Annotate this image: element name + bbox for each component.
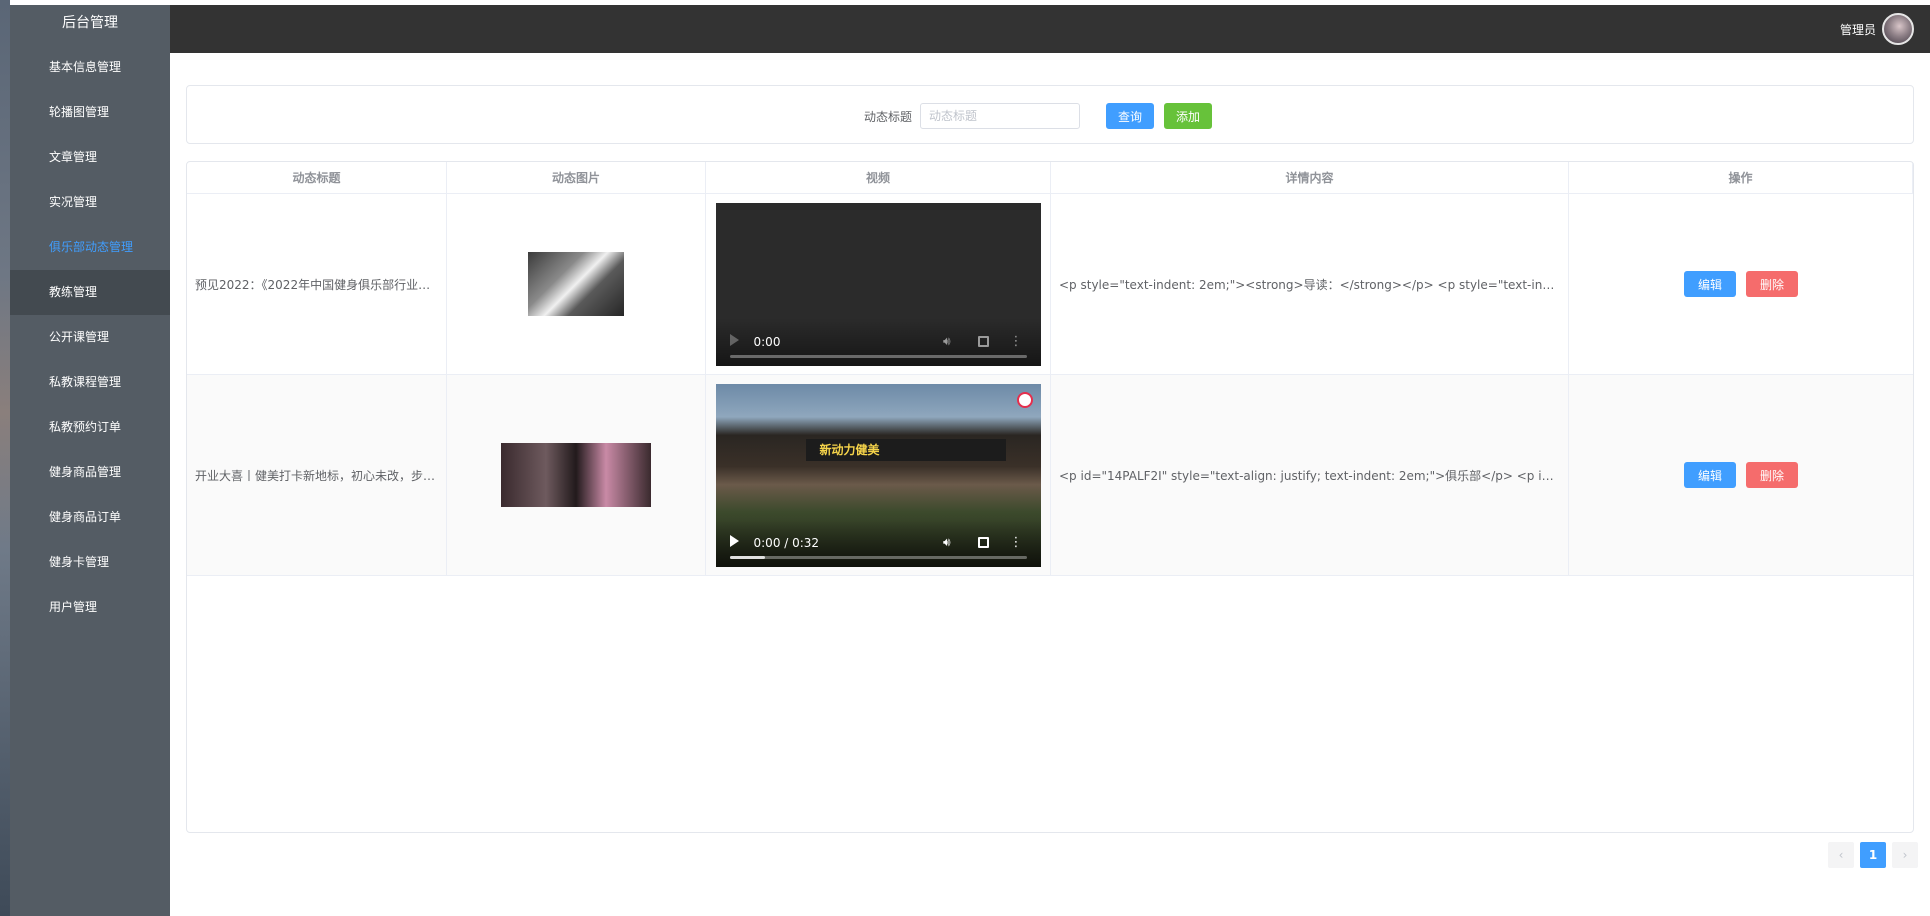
video-player[interactable]: 0:00 🔊︎ ⋮ — [715, 202, 1041, 366]
title-cell: 开业大喜丨健美打卡新地标，初心未改，步履... — [187, 375, 447, 575]
sidebar-item[interactable]: 私教预约订单 — [10, 405, 170, 450]
row-content: <p style="text-indent: 2em;"><strong>导读：… — [1059, 277, 1560, 292]
row-title: 开业大喜丨健美打卡新地标，初心未改，步履... — [195, 468, 438, 483]
row-title: 预见2022：《2022年中国健身俱乐部行业全... — [195, 277, 438, 292]
video-progress[interactable] — [729, 555, 1027, 559]
play-icon[interactable] — [729, 333, 739, 346]
video-time: 0:00 — [753, 334, 781, 349]
search-panel: 动态标题 查询 添加 — [186, 85, 1914, 144]
sidebar-item[interactable]: 教练管理 — [10, 270, 170, 315]
search-label: 动态标题 — [864, 109, 913, 124]
fullscreen-icon[interactable] — [977, 536, 989, 548]
play-icon[interactable] — [729, 534, 739, 547]
actions-cell: 编辑 删除 — [1569, 194, 1913, 374]
video-cell: 新动力健美 0:00 / 0:32 🔊︎ ⋮ — [706, 375, 1051, 575]
video-progress[interactable] — [729, 354, 1027, 358]
sidebar-title: 后台管理 — [62, 15, 118, 31]
query-button[interactable]: 查询 — [1106, 103, 1155, 129]
more-options-icon[interactable]: ⋮ — [1010, 334, 1023, 349]
column-header-video: 视频 — [706, 162, 1051, 194]
table-row: 开业大喜丨健美打卡新地标，初心未改，步履... 新动力健美 0:00 / 0:3… — [187, 375, 1913, 576]
sidebar-menu: 基本信息管理 轮播图管理 文章管理 实况管理 俱乐部动态管理 教练管理 公开课管理 私教课程管… — [10, 45, 170, 630]
delete-button[interactable]: 删除 — [1746, 462, 1799, 488]
pagination: ‹ 1 › — [1828, 842, 1918, 868]
top-bar: 管理员 — [170, 5, 1930, 53]
search-form: 动态标题 查询 添加 — [864, 103, 1213, 129]
video-time: 0:00 / 0:32 — [753, 535, 820, 550]
column-header-actions: 操作 — [1569, 162, 1913, 194]
more-options-icon[interactable]: ⋮ — [1010, 535, 1023, 550]
data-table: 动态标题 动态图片 视频 详情内容 操作 预见2022：《2022年中国健身俱乐… — [186, 161, 1914, 833]
sidebar-item[interactable]: 公开课管理 — [10, 315, 170, 360]
dumbbell-rack-photo-icon[interactable] — [501, 443, 651, 507]
sidebar-item[interactable]: 健身商品订单 — [10, 495, 170, 540]
sidebar-item[interactable]: 健身商品管理 — [10, 450, 170, 495]
video-controls: 0:00 / 0:32 🔊︎ ⋮ — [715, 518, 1041, 567]
image-cell — [447, 194, 706, 374]
table-row: 预见2022：《2022年中国健身俱乐部行业全... 0:00 🔊︎ ⋮ <p … — [187, 194, 1913, 375]
search-input[interactable] — [920, 103, 1081, 129]
poster-sign: 新动力健美 — [805, 438, 1006, 461]
volume-icon[interactable]: 🔊︎ — [943, 334, 951, 349]
fullscreen-icon[interactable] — [977, 335, 989, 347]
video-cell: 0:00 🔊︎ ⋮ — [706, 194, 1051, 374]
content-cell: <p id="14PALF2I" style="text-align: just… — [1051, 375, 1569, 575]
avatar[interactable] — [1882, 13, 1914, 45]
user-name: 管理员 — [1839, 22, 1876, 37]
edit-button[interactable]: 编辑 — [1683, 271, 1736, 297]
video-controls: 0:00 🔊︎ ⋮ — [715, 317, 1041, 366]
sidebar-item[interactable]: 健身卡管理 — [10, 540, 170, 585]
table-header: 动态标题 动态图片 视频 详情内容 操作 — [187, 162, 1913, 194]
row-content: <p id="14PALF2I" style="text-align: just… — [1059, 468, 1560, 483]
title-cell: 预见2022：《2022年中国健身俱乐部行业全... — [187, 194, 447, 374]
page-number[interactable]: 1 — [1860, 842, 1886, 868]
user-menu[interactable]: 管理员 — [1840, 13, 1914, 45]
video-player[interactable]: 新动力健美 0:00 / 0:32 🔊︎ ⋮ — [715, 383, 1041, 567]
next-page-button[interactable]: › — [1892, 842, 1918, 868]
prev-page-button[interactable]: ‹ — [1828, 842, 1854, 868]
volume-icon[interactable]: 🔊︎ — [943, 535, 951, 550]
sidebar-item[interactable]: 实况管理 — [10, 180, 170, 225]
delete-button[interactable]: 删除 — [1746, 271, 1799, 297]
image-cell — [447, 375, 706, 575]
column-header-image: 动态图片 — [447, 162, 706, 194]
sidebar-item[interactable]: 私教课程管理 — [10, 360, 170, 405]
gym-treadmill-photo-icon[interactable] — [528, 252, 624, 316]
background-strip — [0, 0, 10, 916]
play-badge-icon — [1016, 391, 1033, 408]
add-button[interactable]: 添加 — [1164, 103, 1213, 129]
column-header-title: 动态标题 — [187, 162, 447, 194]
actions-cell: 编辑 删除 — [1569, 375, 1913, 575]
content-cell: <p style="text-indent: 2em;"><strong>导读：… — [1051, 194, 1569, 374]
edit-button[interactable]: 编辑 — [1683, 462, 1736, 488]
sidebar: 后台管理 基本信息管理 轮播图管理 文章管理 实况管理 俱乐部动态管理 教练管理 公开课管理… — [10, 5, 170, 916]
sidebar-item[interactable]: 轮播图管理 — [10, 90, 170, 135]
sidebar-item[interactable]: 文章管理 — [10, 135, 170, 180]
sidebar-item[interactable]: 基本信息管理 — [10, 45, 170, 90]
sidebar-item[interactable]: 俱乐部动态管理 — [10, 225, 170, 270]
column-header-content: 详情内容 — [1051, 162, 1569, 194]
sidebar-item[interactable]: 用户管理 — [10, 585, 170, 630]
